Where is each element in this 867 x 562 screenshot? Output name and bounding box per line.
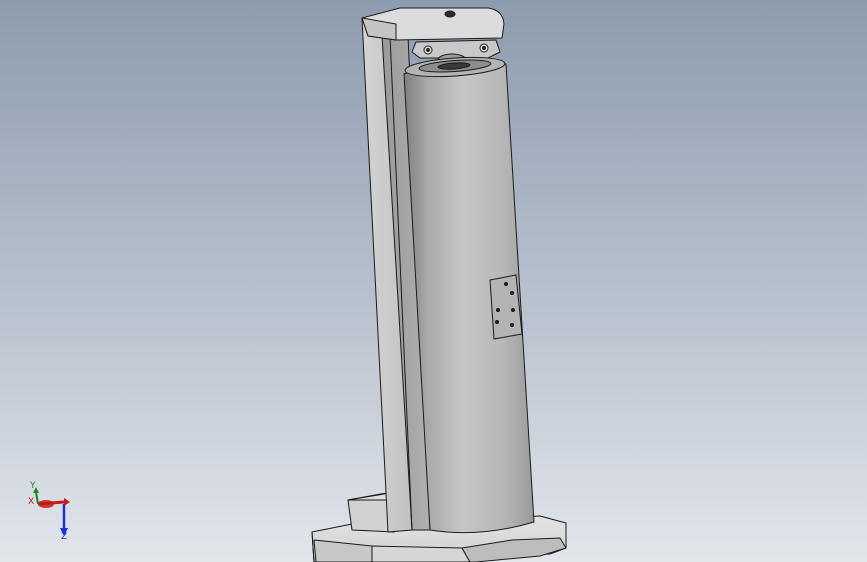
coordinate-triad: Y X Z [18,478,78,544]
graphics-viewport[interactable]: Y X Z [0,0,867,562]
cad-model-view[interactable] [0,0,867,562]
triad-x-label: X [28,497,35,507]
triad-axes-icon [33,487,70,536]
triad-y-label: Y [30,481,36,491]
triad-z-label: Z [61,532,68,542]
mount-plate[interactable] [489,274,523,340]
top-bracket[interactable] [361,7,505,41]
